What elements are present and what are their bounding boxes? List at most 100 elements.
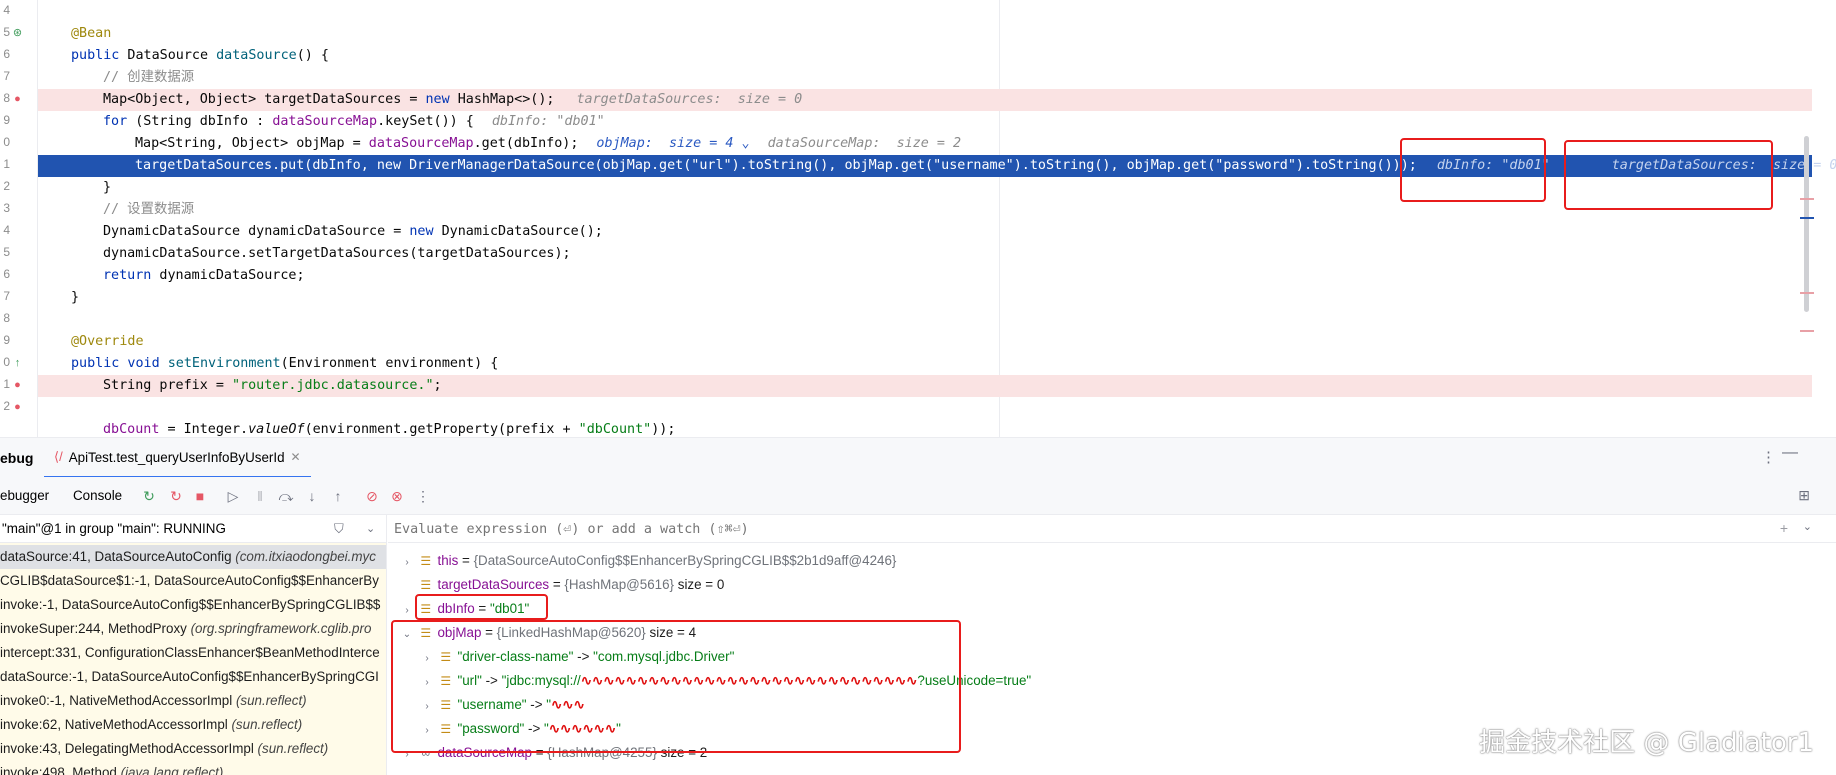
comment: // 创建数据源 xyxy=(103,70,195,85)
run-tab-label: ApiTest.test_queryUserInfoByUserId xyxy=(68,449,285,465)
code-line: for (String dbInfo : dataSourceMap.keySe… xyxy=(38,111,1812,133)
chevron-right-icon[interactable]: › xyxy=(400,551,414,575)
code-line: @Override xyxy=(38,331,1812,353)
breakpoint-icon[interactable]: ● xyxy=(11,93,24,106)
stack-frame[interactable]: invoke:43, DelegatingMethodAccessorImpl … xyxy=(0,737,386,761)
stack-frame[interactable]: invokeSuper:244, MethodProxy (org.spring… xyxy=(0,617,386,641)
code-token: dynamicDataSource; xyxy=(151,268,305,283)
breakpoint-icon[interactable]: ● xyxy=(11,379,24,392)
chevron-down-icon[interactable]: ⌄ xyxy=(366,515,375,543)
line-number: 1 xyxy=(3,377,10,391)
tab-debugger[interactable]: ebugger xyxy=(0,488,49,503)
keyword: new xyxy=(409,224,434,239)
rerun-icon[interactable]: ↻ xyxy=(139,486,159,506)
close-icon[interactable]: ✕ xyxy=(291,450,301,464)
code-editor[interactable]: 4 5 6 7 8 9 0 1 2 3 4 5 6 7 8 9 0 1 2 ⊛ … xyxy=(0,0,1836,437)
thread-selector[interactable]: "main"@1 in group "main": RUNNING ⛉ ⌄ xyxy=(0,515,386,543)
field-token: dataSourceMap xyxy=(368,136,474,151)
stack-frame[interactable]: invoke0:-1, NativeMethodAccessorImpl (su… xyxy=(0,689,386,713)
minimize-icon[interactable]: — xyxy=(1782,444,1798,462)
tab-console[interactable]: Console xyxy=(73,488,122,503)
line-number: 0 xyxy=(3,355,10,369)
evaluate-expression-input[interactable] xyxy=(394,519,1694,539)
frame-package: (java.lang.reflect) xyxy=(120,765,224,775)
frame-location: CGLIB$dataSource$1:-1, DataSourceAutoCon… xyxy=(0,573,379,588)
error-stripe-marker[interactable] xyxy=(1800,217,1814,219)
line-number: 7 xyxy=(3,289,10,303)
stop-icon[interactable]: ■ xyxy=(190,486,210,506)
editor-gutter[interactable]: 4 5 6 7 8 9 0 1 2 3 4 5 6 7 8 9 0 1 2 ⊛ … xyxy=(0,0,38,437)
more-options-icon[interactable]: ⋮ xyxy=(413,486,433,506)
pause-icon[interactable]: ‖ xyxy=(250,486,270,506)
error-stripe-marker[interactable] xyxy=(1800,330,1814,332)
keyword: return xyxy=(103,268,152,283)
inline-debug-hint: dataSourceMap: size = 2 xyxy=(767,136,962,151)
line-number: 5 xyxy=(3,245,10,259)
test-run-icon: ⟨/ xyxy=(54,449,63,464)
field-token: dataSourceMap xyxy=(272,114,378,129)
editor-scrollbar[interactable] xyxy=(1804,136,1809,312)
stack-frame[interactable]: invoke:-1, DataSourceAutoConfig$$Enhance… xyxy=(0,593,386,617)
step-into-icon[interactable]: ↓ xyxy=(302,486,322,506)
stack-frame[interactable]: intercept:331, ConfigurationClassEnhance… xyxy=(0,641,386,665)
mute-breakpoints-icon[interactable]: ⊗ xyxy=(387,486,407,506)
keyword: for xyxy=(103,114,128,129)
line-number: 9 xyxy=(3,113,10,127)
chevron-down-icon[interactable]: ⌄ xyxy=(1803,520,1812,533)
code-token: DataSource xyxy=(119,48,217,63)
more-options-icon[interactable]: ⋮ xyxy=(1761,448,1776,466)
annotation-highlight-box xyxy=(415,594,548,620)
code-line: @Bean xyxy=(38,23,1812,45)
error-stripe-marker[interactable] xyxy=(1800,198,1814,200)
add-watch-icon[interactable]: + xyxy=(1780,520,1788,536)
stack-frame[interactable]: invoke:498, Method (java.lang.reflect) xyxy=(0,761,386,775)
rerun-failed-icon[interactable]: ↻ xyxy=(166,486,186,506)
code-token: Map<String, Object> objMap = xyxy=(135,136,369,151)
frame-location: dataSource:-1, DataSourceAutoConfig$$Enh… xyxy=(0,669,379,684)
line-number: 2 xyxy=(3,179,10,193)
method-name: setEnvironment xyxy=(167,356,281,371)
line-number: 0 xyxy=(3,135,10,149)
bean-gutter-icon[interactable]: ⊛ xyxy=(11,27,24,40)
step-out-icon[interactable]: ↑ xyxy=(328,486,348,506)
code-token: .get(dbInfo); xyxy=(473,136,579,151)
chevron-down-icon[interactable]: ⌄ xyxy=(733,136,750,151)
frame-location: invoke:43, DelegatingMethodAccessorImpl xyxy=(0,741,258,756)
error-stripe-marker[interactable] xyxy=(1800,292,1814,294)
code-token: String prefix = xyxy=(103,378,232,393)
variable-type: {HashMap@5616} xyxy=(564,577,675,592)
frame-location: invokeSuper:244, MethodProxy xyxy=(0,621,191,636)
stack-frame[interactable]: dataSource:41, DataSourceAutoConfig (com… xyxy=(0,545,386,569)
view-breakpoints-icon[interactable]: ⊘ xyxy=(362,486,382,506)
frame-location: invoke0:-1, NativeMethodAccessorImpl xyxy=(0,693,236,708)
code-token: (Environment environment) { xyxy=(280,356,499,371)
stack-frame[interactable]: invoke:62, NativeMethodAccessorImpl (sun… xyxy=(0,713,386,737)
variable-row-this[interactable]: › ☰ this = {DataSourceAutoConfig$$Enhanc… xyxy=(400,549,896,573)
frame-location: dataSource:41, DataSourceAutoConfig xyxy=(0,549,236,564)
keyword: public void xyxy=(71,356,168,371)
inline-debug-hint: targetDataSources: size = 0 xyxy=(576,92,803,107)
frame-package: (com.itxiaodongbei.myc xyxy=(235,549,376,564)
field-icon: ☰ xyxy=(420,554,432,568)
step-over-icon[interactable]: ⤼ xyxy=(276,486,296,506)
annotation: @Override xyxy=(71,334,144,349)
resume-icon[interactable]: ▷ xyxy=(223,486,243,506)
inline-debug-hint[interactable]: objMap: size = 4 xyxy=(596,136,733,151)
code-token: HashMap<>(); xyxy=(449,92,555,107)
debug-tool-window-header: ebug ⟨/ ApiTest.test_queryUserInfoByUser… xyxy=(0,437,1836,478)
code-token: .keySet()) { xyxy=(377,114,474,129)
code-line: return dynamicDataSource; xyxy=(38,265,1812,287)
line-number: 5 xyxy=(3,25,10,39)
tab-run-configuration[interactable]: ⟨/ ApiTest.test_queryUserInfoByUserId ✕ xyxy=(44,438,311,478)
breakpoint-icon[interactable]: ● xyxy=(11,401,24,414)
stack-frame[interactable]: CGLIB$dataSource$1:-1, DataSourceAutoCon… xyxy=(0,569,386,593)
variable-equals: = xyxy=(458,553,474,568)
layout-settings-icon[interactable]: ⊞ xyxy=(1798,487,1810,504)
filter-icon[interactable]: ⛉ xyxy=(334,515,344,543)
stack-frame[interactable]: dataSource:-1, DataSourceAutoConfig$$Enh… xyxy=(0,665,386,689)
code-line: // 创建数据源 xyxy=(38,67,1812,89)
comment: // 设置数据源 xyxy=(103,202,195,217)
override-gutter-icon[interactable]: ↑ xyxy=(11,357,24,370)
code-token: = Integer. xyxy=(159,422,249,437)
line-number: 3 xyxy=(3,201,10,215)
